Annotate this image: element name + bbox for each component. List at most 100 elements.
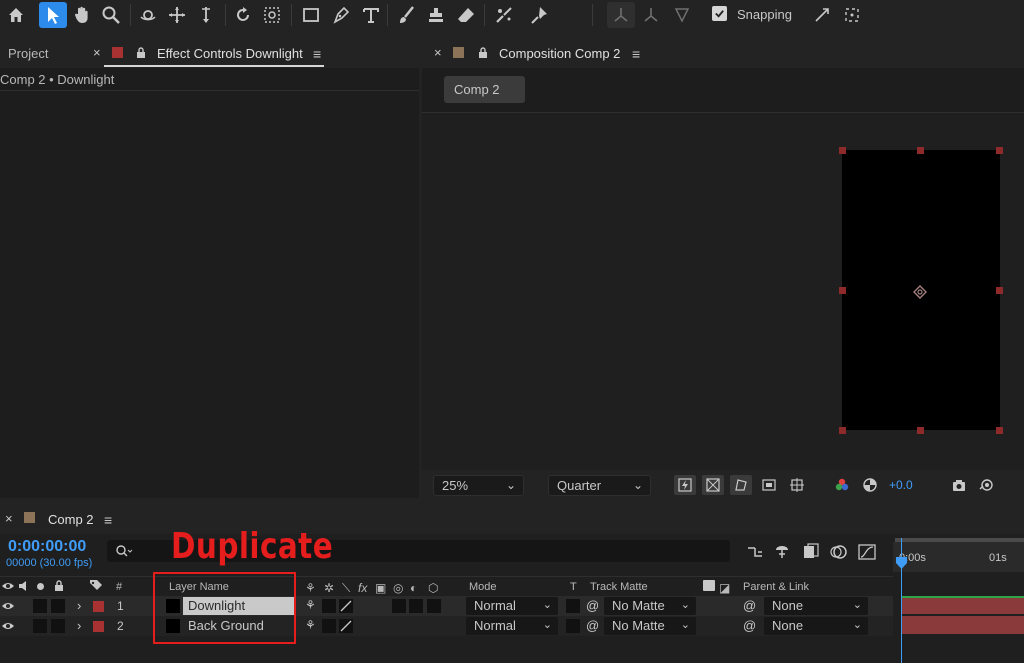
chevron-right-icon[interactable]: ›: [77, 598, 81, 613]
eraser-tool-icon[interactable]: [452, 2, 480, 28]
playhead-icon[interactable]: [895, 556, 908, 570]
label-tag-icon[interactable]: [89, 579, 103, 592]
parent-pickwhip-icon[interactable]: @: [743, 598, 756, 613]
current-time-display[interactable]: 0:00:00:00: [8, 538, 86, 556]
track-matte-dropdown[interactable]: No Matte ⌄: [604, 617, 696, 635]
world-axis-mode-icon[interactable]: [637, 2, 665, 28]
layer-duration-bar[interactable]: [901, 616, 1024, 634]
panel-menu-icon[interactable]: ≡: [104, 512, 112, 528]
track-matte-dropdown[interactable]: No Matte ⌄: [604, 597, 696, 615]
transparency-grid-icon[interactable]: [702, 475, 724, 495]
preserve-transparency-switch[interactable]: [566, 599, 580, 613]
lock-switch[interactable]: [51, 619, 65, 633]
camera-snapshot-icon[interactable]: [948, 475, 970, 495]
puppet-pin-tool-icon[interactable]: [525, 2, 553, 28]
time-ruler[interactable]: 0:00s 01s: [893, 542, 1024, 572]
anchor-point-icon[interactable]: [913, 285, 927, 299]
parent-pickwhip-icon[interactable]: @: [743, 618, 756, 633]
lock-icon[interactable]: [135, 47, 147, 59]
snap-bounds-icon[interactable]: [838, 2, 866, 28]
transform-handle[interactable]: [996, 427, 1003, 434]
clone-stamp-tool-icon[interactable]: [422, 2, 450, 28]
channel-icon[interactable]: [831, 475, 853, 495]
collapse-switch[interactable]: [322, 619, 336, 633]
pan-camera-icon[interactable]: [163, 2, 191, 28]
audio-speaker-icon[interactable]: [18, 580, 30, 592]
transform-handle[interactable]: [996, 147, 1003, 154]
anchor-point-tool-icon[interactable]: [258, 2, 286, 28]
fast-previews-icon[interactable]: [674, 475, 696, 495]
lock-switch[interactable]: [51, 599, 65, 613]
shy-layers-icon[interactable]: [772, 542, 792, 562]
home-icon[interactable]: [2, 2, 30, 28]
shy-switch-icon[interactable]: ⚘: [305, 618, 316, 632]
lock-icon[interactable]: [53, 579, 65, 592]
eye-icon[interactable]: [1, 580, 15, 592]
motion-blur-switch[interactable]: [409, 599, 423, 613]
close-icon[interactable]: ×: [434, 45, 442, 60]
snapping-checkbox[interactable]: [712, 6, 727, 21]
pen-tool-icon[interactable]: [327, 2, 355, 28]
tab-timeline-comp[interactable]: Comp 2: [48, 512, 94, 527]
pickwhip-icon[interactable]: @: [586, 618, 599, 633]
rectangle-tool-icon[interactable]: [297, 2, 325, 28]
collapse-switch[interactable]: [322, 599, 336, 613]
pickwhip-icon[interactable]: @: [586, 598, 599, 613]
layer-row[interactable]: › 1 Downlight ⚘ Normal ⌄ @ No Matte ⌄ @ …: [0, 596, 893, 616]
transform-handle[interactable]: [917, 147, 924, 154]
parent-dropdown[interactable]: None ⌄: [764, 617, 868, 635]
comp-navigator-chip[interactable]: Comp 2: [444, 76, 525, 103]
rotation-tool-icon[interactable]: [229, 2, 257, 28]
frame-blending-icon[interactable]: [801, 542, 821, 562]
chevron-right-icon[interactable]: ›: [77, 618, 81, 633]
orbit-camera-icon[interactable]: [134, 2, 162, 28]
composition-viewer[interactable]: [422, 112, 1024, 472]
solo-switch[interactable]: [33, 619, 47, 633]
selection-tool-icon[interactable]: [39, 2, 67, 28]
quality-switch[interactable]: [339, 599, 353, 613]
panel-menu-icon[interactable]: ≡: [313, 46, 321, 62]
transform-handle[interactable]: [839, 147, 846, 154]
transform-handle[interactable]: [839, 427, 846, 434]
color-management-icon[interactable]: [859, 475, 881, 495]
frame-blend-switch[interactable]: [392, 599, 406, 613]
zoom-tool-icon[interactable]: [97, 2, 125, 28]
dolly-camera-icon[interactable]: [192, 2, 220, 28]
hand-tool-icon[interactable]: [68, 2, 96, 28]
local-axis-mode-icon[interactable]: [607, 2, 635, 28]
layer-label-color[interactable]: [93, 601, 104, 612]
motion-blur-icon[interactable]: [829, 542, 849, 562]
close-icon[interactable]: ×: [93, 45, 101, 60]
transform-handle[interactable]: [996, 287, 1003, 294]
show-snapshot-icon[interactable]: [975, 475, 997, 495]
close-icon[interactable]: ×: [5, 511, 13, 526]
blend-mode-dropdown[interactable]: Normal ⌄: [466, 617, 558, 635]
quality-switch[interactable]: [339, 619, 353, 633]
parent-dropdown[interactable]: None ⌄: [764, 597, 868, 615]
magnification-dropdown[interactable]: 25% ⌄: [433, 475, 524, 496]
tab-project[interactable]: Project: [8, 46, 48, 61]
shy-switch-icon[interactable]: ⚘: [305, 598, 316, 612]
time-graph[interactable]: 0:00s 01s: [893, 538, 1024, 663]
grid-guides-icon[interactable]: [786, 475, 808, 495]
composition-mini-flowchart-icon[interactable]: [745, 542, 765, 562]
3d-layer-switch[interactable]: [427, 599, 441, 613]
eye-icon[interactable]: [1, 600, 15, 612]
transform-handle[interactable]: [917, 427, 924, 434]
layer-row[interactable]: › 2 Back Ground ⚘ Normal ⌄ @ No Matte ⌄ …: [0, 616, 893, 636]
snapping-options-icon[interactable]: [808, 2, 836, 28]
mask-visibility-icon[interactable]: [730, 475, 752, 495]
type-tool-icon[interactable]: [357, 2, 385, 28]
graph-editor-icon[interactable]: [857, 542, 877, 562]
resolution-dropdown[interactable]: Quarter ⌄: [548, 475, 651, 496]
blend-mode-dropdown[interactable]: Normal ⌄: [466, 597, 558, 615]
preserve-transparency-switch[interactable]: [566, 619, 580, 633]
tab-composition[interactable]: Composition Comp 2: [499, 46, 620, 61]
panel-menu-icon[interactable]: ≡: [632, 46, 640, 62]
transform-handle[interactable]: [839, 287, 846, 294]
layer-label-color[interactable]: [93, 621, 104, 632]
layer-duration-bar[interactable]: [901, 596, 1024, 614]
exposure-value[interactable]: +0.0: [889, 478, 913, 492]
lock-icon[interactable]: [477, 47, 489, 59]
view-axis-mode-icon[interactable]: [668, 2, 696, 28]
